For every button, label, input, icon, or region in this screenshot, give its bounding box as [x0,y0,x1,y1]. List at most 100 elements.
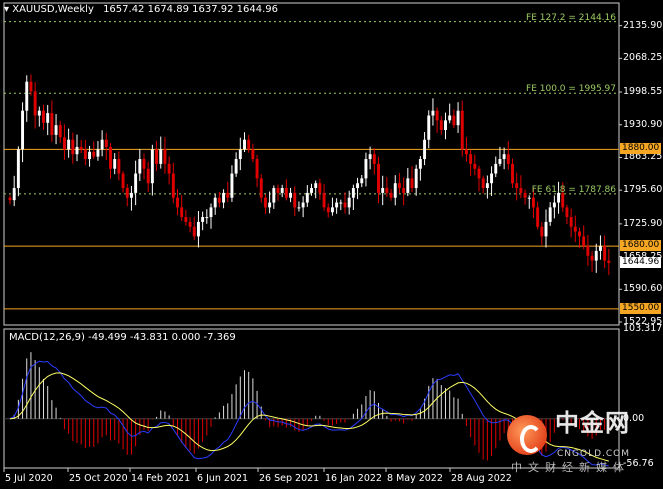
price-axis-label: 2135.90 [623,19,663,31]
candle-body [393,183,397,198]
current-price-tag: 1644.96 [620,257,662,268]
time-axis-label: 25 Oct 2020 [69,473,128,484]
candle-body [79,146,83,150]
candle-body [75,146,79,155]
candle-body [159,149,163,164]
candle-body [511,163,514,184]
candle-body [485,183,489,189]
price-axis-label: 2068.25 [623,52,663,64]
level-price-tag: 1680.00 [620,240,662,252]
candle-body [490,173,494,184]
candle-body [515,183,519,189]
candle-body [498,159,502,164]
candle-body [33,91,37,116]
level-price-tag: 1880.00 [620,143,662,155]
candle-body [326,207,330,213]
candle-body [138,159,142,174]
candle-body [364,159,368,179]
candle-body [205,217,209,219]
candle-body [582,236,586,247]
candle-body [473,163,477,169]
candle-body [92,151,96,157]
candle-body [402,188,406,193]
candle-body [586,246,590,256]
candle-body [117,159,121,174]
candle-body [343,202,347,208]
candle-body [167,163,171,174]
macd-axis-label: 103.317 [623,323,663,334]
candle-body [519,188,523,193]
candle-body [109,146,112,169]
candle-body [385,188,389,193]
candle-body [318,183,322,193]
candle-body [594,250,598,261]
candle-body [590,255,594,261]
candle-body [247,139,251,150]
candle-body [196,221,200,237]
candle-body [50,113,54,135]
candle-body [188,221,192,227]
candle-body [502,154,506,160]
candle-body [58,125,62,138]
candle-body [540,226,544,237]
candle-body [548,207,552,222]
candle-body [305,192,309,203]
candle-body [180,207,184,218]
candle-body [448,115,452,121]
candle-body [536,207,540,227]
candle-body [129,192,133,198]
candle-body [389,192,393,198]
candle-body [217,197,221,203]
candle-body [243,139,246,150]
candle-body [351,188,355,198]
price-axis-label: 1998.55 [623,86,663,98]
candle-body [25,81,29,111]
symbol-label: XAUUSD,Weekly [12,4,94,15]
candle-body [322,192,326,208]
candle-body [234,159,238,174]
candle-body [444,120,447,131]
candle-body [104,139,108,147]
candle-body [339,202,343,204]
candle-body [263,197,267,208]
candle-body [83,149,87,160]
candle-body [150,149,154,184]
candle-body [171,173,175,198]
candle-body [598,246,602,251]
candle-body [222,192,226,203]
candle-body [439,120,443,131]
candle-body [573,226,577,232]
candle-body [121,173,125,189]
chart-title: ▾ XAUUSD,Weekly 1657.42 1674.89 1637.92 … [4,4,278,16]
candle-body [230,173,234,198]
candle-body [506,154,510,164]
time-axis-label: 16 Jan 2022 [325,473,382,484]
candle-body [330,207,334,213]
macd-title: MACD(12,26,9) -49.499 -43.831 0.000 -7.3… [9,332,236,343]
candle-body [418,159,422,169]
price-axis-label: 1725.90 [623,217,663,229]
cngold-logo-icon [507,415,547,455]
candle-body [301,202,305,208]
candle-body [360,178,364,184]
candle-body [100,139,104,150]
level-price-tag: 1550.00 [620,302,662,314]
time-axis-label: 28 Aug 2022 [451,473,512,484]
dropdown-arrow-icon[interactable]: ▾ [4,4,9,15]
candle-body [552,202,556,208]
candle-body [481,178,485,189]
candle-body [427,115,431,140]
candle-body [176,197,179,208]
candle-body [251,149,255,160]
candle-body [469,154,473,164]
candle-body [46,113,50,123]
candle-body [213,197,217,208]
candle-body [280,188,284,193]
candle-body [293,192,297,208]
fibonacci-label: FE 100.0 = 1995.97 [526,84,616,95]
candle-body [284,188,288,198]
candle-body [201,217,205,222]
candle-body [272,188,276,203]
candle-body [192,226,196,237]
candle-body [310,188,313,193]
